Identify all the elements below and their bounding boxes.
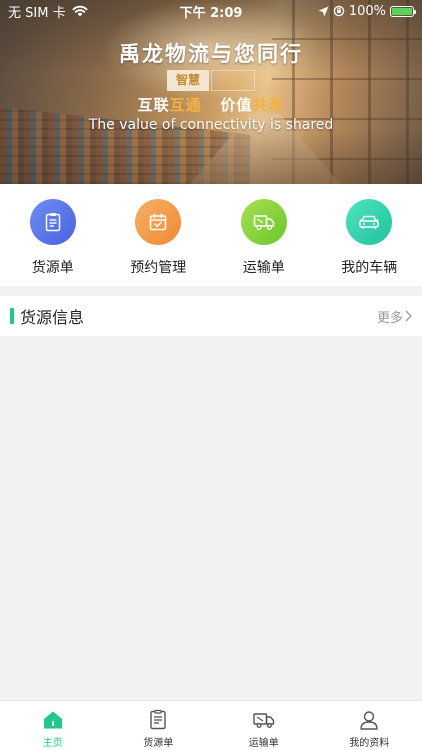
battery-level — [392, 7, 412, 15]
truck-icon — [253, 713, 274, 728]
user-icon — [360, 711, 378, 730]
tab-label: 货源单 — [143, 738, 174, 749]
quick-icon-circle — [346, 199, 393, 245]
tab-label: 我的资料 — [349, 738, 390, 749]
battery-icon — [390, 5, 416, 17]
chevron-right-icon — [405, 310, 412, 322]
bottom-tab-bar: 主页 货源单 运输单 我的资料 — [0, 700, 422, 750]
quick-menu: 货源单 预约管理 运输单 我的车辆 — [0, 184, 422, 286]
banner-title: 禹龙物流与您同行 — [119, 42, 303, 66]
banner-tag-smart: 智慧 — [166, 70, 209, 91]
section-accent-bar — [10, 308, 14, 324]
more-link[interactable]: 更多 — [377, 307, 412, 326]
quick-label: 货源单 — [31, 260, 74, 276]
tab-label: 主页 — [42, 738, 63, 749]
tab-label: 运输单 — [248, 738, 279, 749]
section-title: 货源信息 — [20, 308, 85, 327]
clipboard-icon — [45, 213, 60, 232]
tab-transport-orders[interactable]: 运输单 — [211, 701, 317, 750]
document-icon — [150, 709, 166, 730]
car-icon — [359, 215, 379, 229]
quick-label: 预约管理 — [130, 260, 187, 276]
tab-cargo-orders[interactable]: 货源单 — [106, 701, 212, 750]
calendar-check-icon — [150, 213, 167, 231]
quick-item-cargo-orders[interactable]: 货源单 — [0, 184, 106, 286]
slogan-part-1-highlight: 互通 — [169, 96, 202, 114]
quick-icon-circle — [240, 199, 287, 245]
slogan-part-2-highlight: 共享 — [252, 96, 285, 114]
banner-slogan-english: The value of connectivity is shared — [88, 117, 334, 133]
quick-label: 我的车辆 — [341, 260, 398, 276]
quick-item-transport-orders[interactable]: 运输单 — [211, 184, 317, 286]
banner-tag-operation: 运营 — [211, 70, 256, 91]
tab-home[interactable]: 主页 — [0, 701, 106, 750]
quick-item-appointments[interactable]: 预约管理 — [106, 184, 212, 286]
banner-slogan: 互联互通 价值共享 — [0, 94, 422, 115]
home-icon — [43, 711, 62, 729]
status-time: 下午 2:09 — [179, 5, 243, 21]
quick-icon-circle — [135, 199, 182, 245]
banner[interactable]: 禹龙物流与您同行 智慧 运营 互联互通 价值共享 The value of co… — [0, 0, 422, 184]
slogan-part-1: 互联 — [137, 96, 170, 114]
quick-icon-circle — [29, 199, 76, 245]
quick-label: 运输单 — [242, 260, 285, 276]
status-bar: 无 SIM 卡 下午 2:09 100% — [0, 0, 422, 22]
banner-tags: 智慧 运营 — [0, 70, 422, 91]
quick-item-my-vehicles[interactable]: 我的车辆 — [317, 184, 422, 286]
truck-icon — [253, 215, 274, 230]
more-label: 更多 — [376, 310, 403, 326]
slogan-part-2: 价值 — [220, 96, 253, 114]
cargo-info-section-header: 货源信息 更多 — [0, 296, 422, 336]
tab-my-profile[interactable]: 我的资料 — [317, 701, 422, 750]
